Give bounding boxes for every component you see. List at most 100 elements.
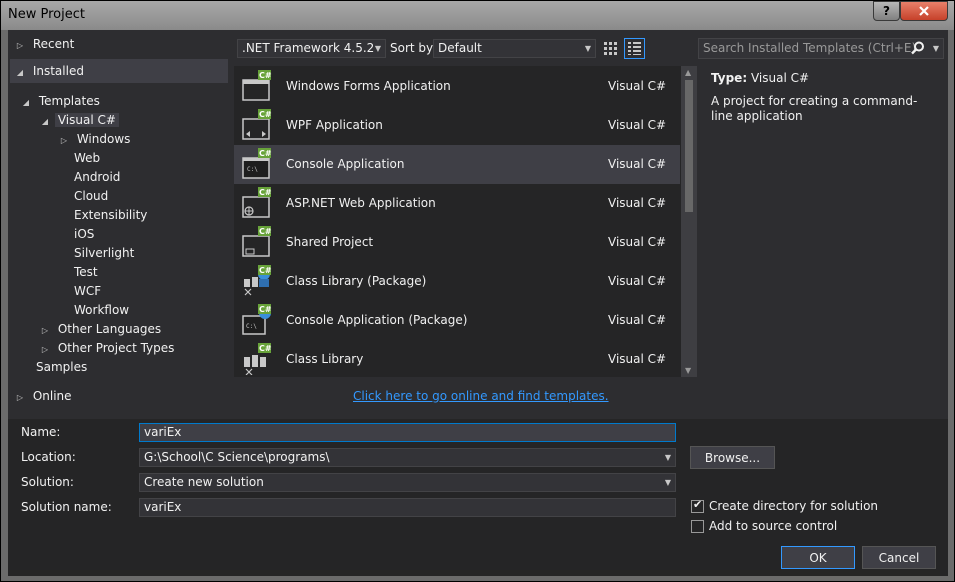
template-language: Visual C#	[608, 235, 667, 249]
class-library-package-icon: C#	[244, 265, 272, 296]
solution-select[interactable]: Create new solution ▼	[139, 473, 676, 492]
framework-select[interactable]: .NET Framework 4.5.2 ▼	[237, 39, 386, 58]
template-name: Console Application (Package)	[286, 313, 468, 327]
tree-item-recent[interactable]: ▷ Recent	[14, 35, 74, 54]
location-label: Location:	[21, 450, 76, 464]
svg-text:C:\: C:\	[246, 323, 257, 330]
title-bar[interactable]: New Project ?	[1, 1, 954, 30]
template-language: Visual C#	[608, 274, 667, 288]
template-name: Class Library (Package)	[286, 274, 427, 288]
tree-item-label: Other Languages	[57, 322, 162, 336]
tree-item-extensibility[interactable]: Extensibility	[74, 206, 147, 225]
sort-value: Default	[438, 41, 482, 55]
svg-text:C#: C#	[259, 266, 272, 275]
shared-project-icon: C#	[242, 226, 272, 257]
search-placeholder: Search Installed Templates (Ctrl+E)	[703, 41, 917, 55]
class-library-icon: C#	[244, 343, 272, 375]
template-name: Windows Forms Application	[286, 79, 451, 93]
tree-item-cloud[interactable]: Cloud	[74, 187, 108, 206]
online-templates-link[interactable]: Click here to go online and find templat…	[353, 389, 609, 403]
chevron-down-icon: ▼	[932, 44, 939, 53]
tree-item-visual-csharp[interactable]: ◢ Visual C#	[39, 111, 119, 130]
template-row[interactable]: C:\ C# Console Application (Package) Visual…	[234, 301, 680, 340]
template-row[interactable]: C# Windows Forms Application Visual C#	[234, 67, 680, 106]
template-language: Visual C#	[608, 118, 667, 132]
chevron-down-icon: ▼	[664, 478, 671, 487]
template-row[interactable]: C# Class Library Visual C#	[234, 340, 680, 377]
tree-item-label: Recent	[32, 37, 75, 51]
tree-item-samples[interactable]: Samples	[36, 358, 87, 377]
tree-item-other-project-types[interactable]: ▷ Other Project Types	[39, 339, 174, 358]
svg-text:C:\: C:\	[247, 166, 258, 173]
tree-item-other-languages[interactable]: ▷ Other Languages	[39, 320, 161, 339]
template-row[interactable]: C# Class Library (Package) Visual C#	[234, 262, 680, 301]
tree-item-ios[interactable]: iOS	[74, 225, 94, 244]
chevron-down-icon: ▼	[584, 44, 591, 53]
tree-item-windows[interactable]: ▷ Windows	[58, 130, 130, 149]
solution-value: Create new solution	[144, 475, 264, 489]
template-name: Class Library	[286, 352, 364, 366]
create-directory-checkbox[interactable]: ✔	[691, 498, 704, 513]
solution-name-input[interactable]: variEx	[139, 498, 676, 517]
ok-button[interactable]: OK	[781, 546, 855, 569]
sort-label: Sort by:	[390, 41, 437, 55]
scroll-up-icon[interactable]: ▲	[685, 68, 691, 77]
tree-item-silverlight[interactable]: Silverlight	[74, 244, 134, 263]
cancel-button[interactable]: Cancel	[862, 546, 936, 569]
project-name-input[interactable]: variEx	[139, 423, 676, 442]
tree-item-workflow[interactable]: Workflow	[74, 301, 129, 320]
name-label: Name:	[21, 425, 61, 439]
template-row[interactable]: C# WPF Application Visual C#	[234, 106, 680, 145]
chevron-down-icon: ▼	[374, 44, 381, 53]
svg-text:C#: C#	[259, 149, 272, 158]
new-project-window: New Project ? ▷ Recent ◢ Installed ◢ Tem…	[0, 0, 955, 582]
add-source-control-checkbox[interactable]	[691, 520, 704, 533]
location-combo[interactable]: G:\School\C Science\programs\ ▼	[139, 448, 676, 467]
expand-icon: ▷	[41, 345, 49, 354]
template-tree: ▷ Recent ◢ Installed ◢ Templates ◢ Visua…	[8, 30, 230, 418]
tree-item-installed[interactable]: ◢ Installed	[14, 62, 84, 81]
template-row[interactable]: C# ASP.NET Web Application Visual C#	[234, 184, 680, 223]
sort-select[interactable]: Default ▼	[433, 39, 596, 58]
collapse-icon: ◢	[22, 98, 30, 107]
create-directory-label: Create directory for solution	[709, 499, 879, 513]
scroll-down-icon[interactable]: ▼	[685, 366, 691, 375]
tree-item-label: Windows	[76, 132, 131, 146]
help-button[interactable]: ?	[873, 1, 900, 21]
wpf-icon: C#	[242, 109, 272, 140]
tree-item-android[interactable]: Android	[74, 168, 120, 187]
tree-item-label: Templates	[38, 94, 100, 108]
svg-text:C#: C#	[259, 188, 272, 197]
browse-button[interactable]: Browse...	[690, 446, 775, 469]
template-description-panel: Type: Visual C# A project for creating a…	[704, 66, 948, 377]
tree-item-web[interactable]: Web	[74, 149, 100, 168]
list-view-button[interactable]	[624, 38, 645, 59]
windows-forms-icon: C#	[242, 70, 272, 101]
small-icons-view-button[interactable]	[600, 38, 621, 59]
location-value: G:\School\C Science\programs\	[144, 450, 330, 464]
collapse-icon: ◢	[41, 117, 49, 126]
scrollbar-thumb[interactable]	[685, 80, 693, 212]
template-name: WPF Application	[286, 118, 383, 132]
template-search-input[interactable]: Search Installed Templates (Ctrl+E) ▼	[698, 38, 944, 59]
checkmark-icon: ✔	[693, 498, 703, 511]
template-row[interactable]: C# Shared Project Visual C#	[234, 223, 680, 262]
svg-text:C#: C#	[259, 110, 272, 119]
template-list: C# Windows Forms Application Visual C# C# WP…	[234, 66, 697, 377]
template-row[interactable]: C:\ C# Console Application Visual C#	[234, 145, 680, 184]
tree-item-test[interactable]: Test	[74, 263, 98, 282]
template-name: Shared Project	[286, 235, 374, 249]
type-key: Type:	[711, 71, 748, 85]
template-description: A project for creating a command-line ap…	[711, 94, 918, 123]
chevron-down-icon: ▼	[664, 453, 671, 462]
tree-item-templates[interactable]: ◢ Templates	[20, 92, 100, 111]
tree-item-label: Online	[32, 389, 72, 403]
tree-item-online[interactable]: ▷ Online	[14, 387, 72, 406]
search-icon	[911, 41, 924, 55]
template-language: Visual C#	[608, 196, 667, 210]
template-list-scrollbar[interactable]: ▲ ▼	[681, 66, 697, 377]
close-button[interactable]	[900, 1, 948, 21]
tree-item-wcf[interactable]: WCF	[74, 282, 101, 301]
template-type: Type: Visual C#	[711, 71, 809, 85]
template-language: Visual C#	[608, 352, 667, 366]
